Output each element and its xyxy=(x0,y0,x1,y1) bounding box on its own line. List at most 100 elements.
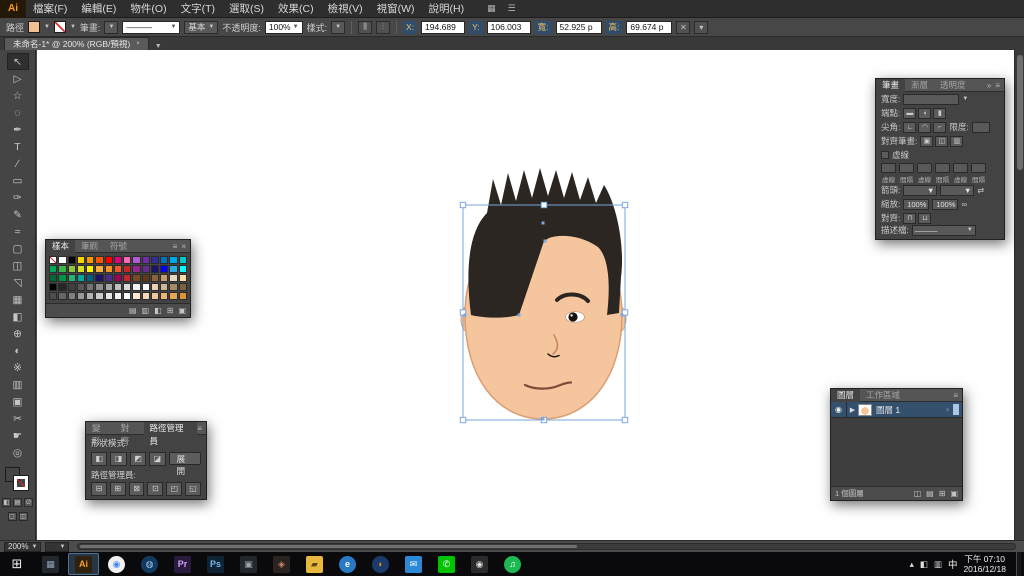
swatch[interactable] xyxy=(132,283,141,291)
dash-field-5[interactable] xyxy=(971,163,986,173)
tool-free-transform[interactable]: ▢ xyxy=(7,240,29,257)
swatch[interactable] xyxy=(113,256,123,264)
panel-menu-icon[interactable]: ≡ xyxy=(995,81,1000,90)
dash-field-0[interactable] xyxy=(881,163,896,173)
cap-button-1[interactable]: ◖ xyxy=(918,107,932,119)
tab-layers[interactable]: 圖層 xyxy=(831,388,861,402)
swatch[interactable] xyxy=(49,265,58,273)
profile-dropdown[interactable]: ——— ▼ xyxy=(911,224,976,236)
tab-swatches[interactable]: 樣本 xyxy=(46,239,76,253)
swatch[interactable] xyxy=(160,292,169,300)
swatch[interactable] xyxy=(141,256,150,264)
link-scale-icon[interactable]: ∞ xyxy=(961,200,967,209)
visibility-eye-icon[interactable]: ◉ xyxy=(831,401,847,418)
swatch[interactable] xyxy=(123,274,132,282)
tool-perspective-grid[interactable]: ◹ xyxy=(7,274,29,291)
tab-pathfinder[interactable]: 路徑管理員 xyxy=(143,421,198,446)
ime-indicator[interactable]: 中 xyxy=(948,557,958,571)
menu-item-6[interactable]: 檢視(V) xyxy=(321,0,370,18)
taskbar-line[interactable]: ✆ xyxy=(431,553,462,575)
swatch[interactable] xyxy=(76,256,86,264)
swatch[interactable] xyxy=(160,274,169,282)
hidden-icons-arrow[interactable]: ▴ xyxy=(910,559,914,570)
eye-pupil[interactable] xyxy=(568,312,578,322)
taskbar-file-explorer[interactable]: ▰ xyxy=(299,553,330,575)
tool-symbol-sprayer[interactable]: ※ xyxy=(7,359,29,376)
swatch[interactable] xyxy=(95,256,104,264)
style-dropdown[interactable]: ▼ xyxy=(331,20,346,34)
expand-layer-icon[interactable]: ▶ xyxy=(847,406,858,414)
variable-width-profile-dropdown[interactable]: ——— ▼ xyxy=(122,20,181,34)
panel-menu-icon[interactable]: ≡ xyxy=(173,242,178,251)
network-icon[interactable]: ▥ xyxy=(934,559,942,570)
tool-artboard[interactable]: ▣ xyxy=(7,393,29,410)
zoom-level-dropdown[interactable]: 200% ▼ xyxy=(4,541,42,552)
align-stroke-button-2[interactable]: ▥ xyxy=(950,135,964,147)
swatch[interactable] xyxy=(141,274,150,282)
tool-type[interactable]: T xyxy=(7,138,29,155)
tab-artboards[interactable]: 工作區域 xyxy=(860,389,906,402)
tab-symbols[interactable]: 符號 xyxy=(104,240,133,253)
color-button[interactable]: ◧ xyxy=(2,498,11,507)
swap-arrowheads-icon[interactable]: ⇄ xyxy=(977,186,984,195)
swatch[interactable] xyxy=(95,283,104,291)
swatch[interactable] xyxy=(67,283,76,291)
swatch[interactable] xyxy=(58,265,67,273)
swatch[interactable] xyxy=(113,283,123,291)
fill-color-swatch[interactable] xyxy=(28,21,41,33)
swatch[interactable] xyxy=(58,292,67,300)
stroke-weight-dropdown[interactable]: ▼ xyxy=(104,20,119,34)
arrow-align-button-1[interactable]: ⊔ xyxy=(918,212,932,224)
swatches-footer-icon-4[interactable]: ▣ xyxy=(178,306,186,315)
arrange-documents-icon[interactable]: ▦ xyxy=(487,3,496,14)
swatch[interactable] xyxy=(169,265,178,273)
layers-footer-icon-2[interactable]: ⊞ xyxy=(939,489,946,498)
swatch[interactable] xyxy=(178,265,187,273)
layer-row[interactable]: ◉ ▶ 圖層 1 ◦ xyxy=(831,401,962,418)
tool-mesh[interactable]: ▦ xyxy=(7,291,29,308)
swatches-footer-icon-1[interactable]: ▥ xyxy=(142,306,150,315)
face-illustration[interactable] xyxy=(455,165,640,435)
swatch[interactable] xyxy=(132,274,141,282)
opacity-input[interactable]: 100% ▼ xyxy=(264,20,303,34)
dash-field-1[interactable] xyxy=(899,163,914,173)
swatch[interactable] xyxy=(132,292,141,300)
pathfinder-button-4[interactable]: ◰ xyxy=(166,481,183,496)
tab-transform[interactable]: 變形 xyxy=(86,422,115,446)
swatch[interactable] xyxy=(58,274,67,282)
start-button[interactable]: ⊞ xyxy=(0,552,34,576)
menu-item-2[interactable]: 物件(O) xyxy=(123,0,173,18)
swatch[interactable] xyxy=(113,265,123,273)
swatch[interactable] xyxy=(141,292,150,300)
height-input[interactable]: 69.674 p xyxy=(626,20,673,34)
menu-item-1[interactable]: 編輯(E) xyxy=(74,0,123,18)
swatch[interactable] xyxy=(86,283,95,291)
tool-width[interactable]: ≈ xyxy=(7,223,29,240)
fill-stroke-indicator[interactable] xyxy=(4,467,31,493)
pathfinder-button-0[interactable]: ⊟ xyxy=(91,481,107,496)
swatch[interactable] xyxy=(67,256,76,264)
swatch[interactable] xyxy=(76,283,86,291)
show-desktop-button[interactable] xyxy=(1016,552,1021,576)
swatch[interactable] xyxy=(141,283,150,291)
swatch[interactable] xyxy=(178,292,187,300)
fill-caret-icon[interactable]: ▼ xyxy=(44,24,50,30)
document-tab[interactable]: 未命名-1* @ 200% (RGB/預視) × xyxy=(4,37,149,50)
tool-selection[interactable]: ↖ xyxy=(6,53,29,70)
taskbar-premiere[interactable]: Pr xyxy=(167,553,198,575)
none-button[interactable]: ∅ xyxy=(24,498,33,507)
swatch[interactable] xyxy=(123,283,132,291)
tool-pencil[interactable]: ✎ xyxy=(7,206,29,223)
stroke-caret-icon[interactable]: ▼ xyxy=(70,24,76,30)
swatch[interactable] xyxy=(104,274,113,282)
swatch[interactable] xyxy=(49,256,58,264)
screen-mode-icon[interactable]: ◫ xyxy=(18,512,28,521)
swatch[interactable] xyxy=(49,292,58,300)
cap-button-2[interactable]: ▮ xyxy=(933,107,947,119)
taskbar-mail[interactable]: ✉ xyxy=(398,553,429,575)
tool-column-graph[interactable]: ▥ xyxy=(7,376,29,393)
layers-footer-icon-1[interactable]: ▤ xyxy=(926,489,934,498)
link-dimensions-icon[interactable]: ✕ xyxy=(676,20,691,34)
swatch[interactable] xyxy=(169,292,178,300)
tool-direct-selection[interactable]: ▷ xyxy=(7,70,29,87)
